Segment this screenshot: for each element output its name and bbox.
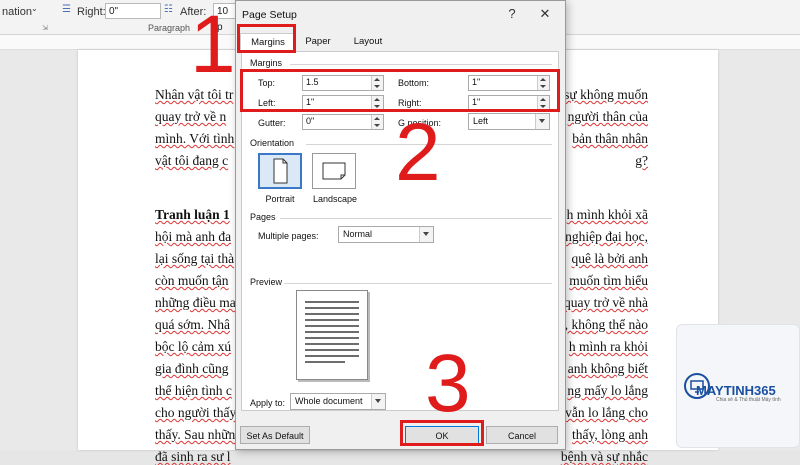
step-number-3: 3 — [425, 338, 471, 429]
document-line: đã sinh ra sư l — [155, 449, 231, 464]
bottom-label: Bottom: — [398, 78, 430, 88]
document-line-right: sự không muốn — [564, 87, 648, 102]
document-line-right: nghiệp đại học, — [565, 229, 648, 244]
set-as-default-button[interactable]: Set As Default — [240, 426, 310, 444]
spinner-arrows-icon[interactable] — [371, 76, 383, 90]
apply-to-label: Apply to: — [250, 398, 286, 408]
margins-section-label: Margins — [250, 58, 283, 68]
chevron-down-icon[interactable]: ⌄ — [31, 4, 38, 13]
top-margin-value: 1.5 — [306, 77, 319, 87]
ribbon-right-input[interactable]: 0" — [105, 3, 161, 19]
document-line: còn muốn tận — [155, 273, 229, 288]
document-line: những điều ma — [155, 295, 236, 310]
spacing-after-icon: ☷ — [164, 4, 173, 15]
document-line: hội mà anh đa — [155, 229, 232, 244]
left-label: Left: — [258, 98, 276, 108]
chevron-down-icon[interactable] — [371, 394, 385, 409]
document-line-right: quê là bởi anh — [571, 251, 649, 266]
divider — [280, 218, 552, 219]
document-line: lại sống tại thà — [155, 251, 235, 266]
document-line-right: bản thân nhân — [572, 131, 648, 146]
ribbon-right-label: Right: — [77, 6, 106, 18]
dialog-launcher-icon[interactable]: ⇲ — [42, 24, 48, 32]
bottom-margin-value: 1" — [472, 77, 481, 87]
cancel-button[interactable]: Cancel — [486, 426, 558, 444]
page-setup-dialog: Page Setup ? ✕ Margins Paper Layout Marg… — [235, 0, 566, 450]
ribbon-group-label: Paragraph — [148, 23, 191, 33]
top-label: Top: — [258, 78, 276, 88]
document-line-right: ng mấy lo lắng — [567, 383, 648, 398]
bottom-margin-input[interactable]: 1" — [468, 75, 550, 91]
multiple-pages-select[interactable]: Normal — [338, 226, 434, 243]
top-margin-input[interactable]: 1.5 — [302, 75, 384, 91]
spinner-arrows-icon[interactable] — [371, 115, 383, 129]
spinner-arrows-icon[interactable] — [537, 76, 549, 90]
apply-to-value: Whole document — [295, 396, 363, 406]
document-line-right: g? — [635, 153, 648, 168]
document-line-right: h mình ra khỏi — [568, 339, 648, 354]
gutter-value: 0" — [306, 116, 315, 126]
portrait-page-icon — [273, 158, 288, 184]
document-line: cho người thấy — [155, 405, 237, 420]
close-button[interactable]: ✕ — [535, 5, 555, 23]
tab-margins[interactable]: Margins — [240, 33, 296, 52]
right-margin-value: 1" — [472, 97, 481, 107]
portrait-option[interactable] — [258, 153, 302, 189]
document-line: thể hiện tình c — [155, 383, 232, 398]
spinner-arrows-icon[interactable] — [537, 96, 549, 110]
divider — [290, 64, 552, 65]
watermark-brand: MAYTINH365 — [696, 383, 776, 398]
step-number-2: 2 — [395, 107, 441, 198]
document-line: Tranh luận 1 — [155, 207, 230, 222]
dialog-title: Page Setup — [242, 9, 297, 21]
chevron-down-icon[interactable] — [419, 227, 433, 242]
tab-paper[interactable]: Paper — [298, 33, 338, 51]
document-line: vật tôi đang c — [155, 153, 229, 168]
chevron-down-icon[interactable] — [535, 114, 549, 129]
divider — [284, 283, 552, 284]
document-line: quá sớm. Nhâ — [155, 317, 231, 332]
page-preview — [296, 290, 368, 380]
preview-section-label: Preview — [250, 277, 283, 287]
document-line-right: quay trở về nhà — [564, 295, 648, 310]
document-line-right: thấy, lòng anh — [572, 427, 648, 442]
document-line-right: , không thể nào — [564, 317, 648, 332]
landscape-page-icon — [322, 162, 346, 180]
apply-to-select[interactable]: Whole document — [290, 393, 386, 410]
ribbon-left-label: nation — [2, 6, 32, 18]
indent-right-icon: ☰ — [62, 4, 71, 15]
right-margin-input[interactable]: 1" — [468, 95, 550, 111]
spinner-arrows-icon[interactable] — [371, 96, 383, 110]
gutter-position-value: Left — [473, 116, 489, 126]
watermark-tagline: Chia sẻ & Thủ thuật Máy tính — [716, 397, 781, 403]
document-line: quay trở về n — [155, 109, 227, 124]
document-line-right: anh không biết — [567, 361, 648, 376]
orientation-section-label: Orientation — [250, 138, 295, 148]
document-line-right: muốn tìm hiểu — [569, 273, 648, 288]
document-line: mình. Với tình — [155, 131, 235, 146]
document-line: bộc lộ cảm xú — [155, 339, 232, 354]
multiple-pages-label: Multiple pages: — [258, 231, 319, 241]
portrait-label: Portrait — [265, 194, 295, 204]
document-line-right: người thân của — [567, 109, 648, 124]
gutter-input[interactable]: 0" — [302, 114, 384, 130]
tab-layout[interactable]: Layout — [343, 33, 393, 51]
landscape-label: Landscape — [312, 194, 358, 204]
document-line: gia đình cũng — [155, 361, 229, 376]
gutter-position-select[interactable]: Left — [468, 113, 550, 130]
landscape-option[interactable] — [312, 153, 356, 189]
document-line-right: vẫn lo lắng cho — [565, 405, 648, 420]
left-margin-value: 1" — [306, 97, 315, 107]
gutter-label: Gutter: — [258, 118, 286, 128]
step-number-1: 1 — [190, 0, 236, 90]
pages-section-label: Pages — [250, 212, 276, 222]
multiple-pages-value: Normal — [343, 229, 373, 239]
document-line-right: h mình khỏi xã — [566, 207, 648, 222]
help-button[interactable]: ? — [502, 5, 522, 23]
left-margin-input[interactable]: 1" — [302, 95, 384, 111]
document-line-right: bệnh và sự nhắc — [560, 449, 648, 464]
document-line: thấy. Sau nhữn — [155, 427, 236, 442]
